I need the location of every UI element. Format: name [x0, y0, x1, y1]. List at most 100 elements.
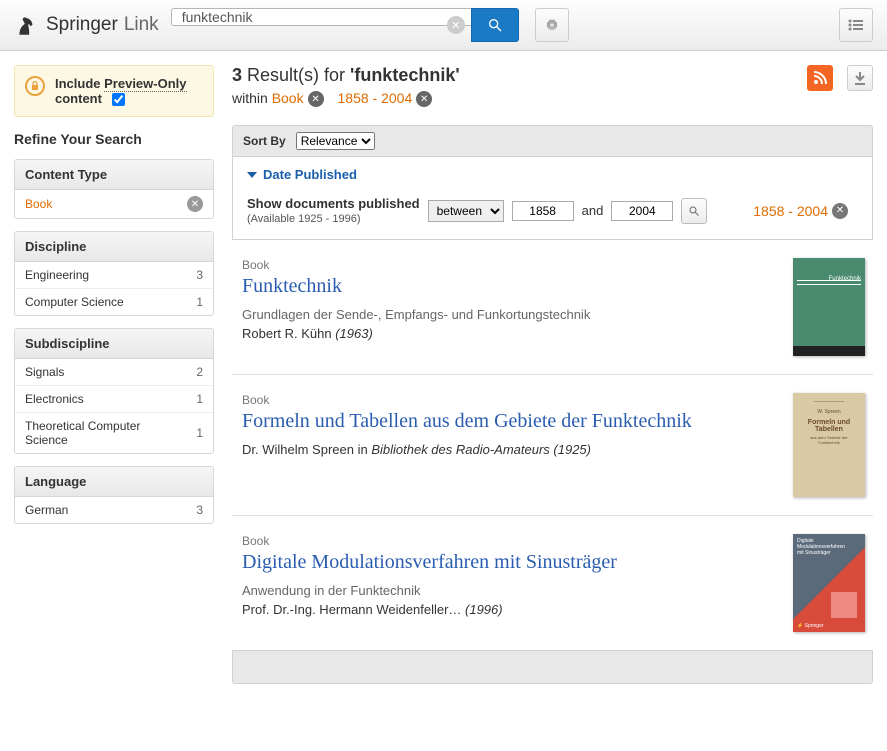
- result-authors: Dr. Wilhelm Spreen in Bibliothek des Rad…: [242, 442, 775, 457]
- preview-prefix: Include: [55, 76, 104, 91]
- brand-logo[interactable]: Springer Link: [14, 12, 159, 38]
- result-item: Book Formeln und Tabellen aus dem Gebiet…: [232, 375, 873, 516]
- remove-date-icon[interactable]: ✕: [416, 91, 432, 107]
- cover-image: ―――――― W. Spreen Formeln undTabellen aus…: [793, 393, 865, 497]
- facet-label: Theoretical Computer Science: [25, 419, 155, 447]
- clear-search-icon[interactable]: ✕: [447, 16, 465, 34]
- facet-count: 1: [196, 295, 203, 309]
- facet-count: 2: [196, 365, 203, 379]
- facet-label: Computer Science: [25, 295, 124, 309]
- facet-content-type: Content Type Book ✕: [14, 159, 214, 219]
- facet-head: Language: [15, 467, 213, 497]
- download-icon: [854, 71, 866, 85]
- result-cover[interactable]: Funktechnik: [793, 258, 865, 356]
- date-mode-select[interactable]: between: [428, 200, 504, 222]
- refine-title: Refine Your Search: [14, 131, 214, 147]
- date-label-block: Show documents published (Available 1925…: [247, 196, 420, 225]
- result-cover[interactable]: DigitaleModulationsverfahrenmit Sinusträ…: [793, 534, 865, 632]
- facet-label: German: [25, 503, 68, 517]
- brand-name-1: Springer: [46, 14, 118, 36]
- result-title[interactable]: Digitale Modulationsverfahren mit Sinust…: [242, 550, 775, 575]
- facet-item-book[interactable]: Book ✕: [15, 190, 213, 218]
- facet-item[interactable]: Theoretical Computer Science 1: [15, 413, 213, 453]
- date-go-button[interactable]: [681, 198, 707, 224]
- sort-label: Sort By: [243, 134, 286, 148]
- author-extra: (1996): [465, 602, 503, 617]
- sort-bar: Sort By Relevance: [232, 125, 873, 157]
- search-icon: [487, 17, 503, 33]
- facet-label: Book: [25, 197, 52, 211]
- settings-button[interactable]: [535, 8, 569, 42]
- facet-head: Content Type: [15, 160, 213, 190]
- date-end-input[interactable]: [611, 201, 673, 221]
- facet-head: Discipline: [15, 232, 213, 262]
- result-item: Book Digitale Modulationsverfahren mit S…: [232, 516, 873, 650]
- list-button[interactable]: [839, 8, 873, 42]
- sidebar: Include Preview-Only content Refine Your…: [14, 65, 214, 536]
- remove-date-range-icon[interactable]: ✕: [832, 203, 848, 219]
- author-extra: Bibliothek des Radio-Amateurs (1925): [371, 442, 591, 457]
- date-current: 1858 - 2004 ✕: [753, 203, 858, 219]
- download-button[interactable]: [847, 65, 873, 91]
- rss-button[interactable]: [807, 65, 833, 91]
- show-documents-label: Show documents published: [247, 196, 420, 211]
- date-toggle[interactable]: Date Published: [247, 167, 858, 182]
- result-item: Book Funktechnik Grundlagen der Sende-, …: [232, 240, 873, 375]
- horse-icon: [14, 12, 40, 38]
- facet-count: 3: [196, 503, 203, 517]
- result-term: 'funktechnik': [350, 65, 460, 85]
- sort-select[interactable]: Relevance: [296, 132, 375, 150]
- rss-icon: [813, 71, 827, 85]
- search-input-wrap: ✕: [171, 8, 471, 42]
- facet-item[interactable]: Computer Science 1: [15, 289, 213, 315]
- within-line: within Book✕ 1858 - 2004✕: [232, 90, 799, 107]
- preview-linked[interactable]: Preview-Only: [104, 76, 186, 92]
- cover-image: Funktechnik: [793, 258, 865, 356]
- date-current-label: 1858 - 2004: [753, 203, 828, 219]
- result-title[interactable]: Formeln und Tabellen aus dem Gebiete der…: [242, 409, 775, 434]
- result-title[interactable]: Funktechnik: [242, 274, 775, 299]
- result-body: Book Formeln und Tabellen aus dem Gebiet…: [242, 393, 775, 497]
- facet-item[interactable]: Electronics 1: [15, 386, 213, 413]
- result-kind: Book: [242, 393, 775, 407]
- date-range-chip: 1858 - 2004: [338, 90, 413, 106]
- result-kind: Book: [242, 534, 775, 548]
- list-icon: [848, 19, 864, 31]
- brand-name-2: Link: [124, 14, 159, 36]
- facet-count: 1: [196, 392, 203, 406]
- facet-item[interactable]: German 3: [15, 497, 213, 523]
- preview-suffix: content: [55, 91, 102, 106]
- result-body: Book Funktechnik Grundlagen der Sende-, …: [242, 258, 775, 356]
- facet-language: Language German 3: [14, 466, 214, 524]
- result-kind: Book: [242, 258, 775, 272]
- author-name: Robert R. Kühn: [242, 326, 335, 341]
- search-button[interactable]: [471, 8, 519, 42]
- date-start-input[interactable]: [512, 201, 574, 221]
- search-group: ✕: [171, 8, 519, 42]
- result-text: Result(s) for: [242, 65, 350, 85]
- results-text: 3 Result(s) for 'funktechnik' within Boo…: [232, 65, 799, 107]
- result-authors: Prof. Dr.-Ing. Hermann Weidenfeller… (19…: [242, 602, 775, 617]
- author-name: Dr. Wilhelm Spreen in: [242, 442, 371, 457]
- within-label: within: [232, 90, 272, 106]
- within-value: Book: [272, 90, 304, 106]
- header: Springer Link ✕: [0, 0, 887, 51]
- facet-label: Electronics: [25, 392, 84, 406]
- result-authors: Robert R. Kühn (1963): [242, 326, 775, 341]
- search-input[interactable]: [171, 8, 471, 26]
- lock-icon: [25, 76, 45, 96]
- facet-subdiscipline: Subdiscipline Signals 2 Electronics 1 Th…: [14, 328, 214, 454]
- remove-within-icon[interactable]: ✕: [308, 91, 324, 107]
- date-toggle-label: Date Published: [263, 167, 357, 182]
- result-cover[interactable]: ―――――― W. Spreen Formeln undTabellen aus…: [793, 393, 865, 497]
- preview-only-box: Include Preview-Only content: [14, 65, 214, 117]
- remove-filter-icon[interactable]: ✕: [187, 196, 203, 212]
- footer-bar: [232, 650, 873, 684]
- facet-discipline: Discipline Engineering 3 Computer Scienc…: [14, 231, 214, 316]
- facet-item[interactable]: Engineering 3: [15, 262, 213, 289]
- preview-only-checkbox[interactable]: [112, 93, 125, 106]
- facet-item[interactable]: Signals 2: [15, 359, 213, 386]
- and-label: and: [582, 203, 604, 218]
- date-row: Show documents published (Available 1925…: [247, 196, 858, 225]
- result-count: 3: [232, 65, 242, 85]
